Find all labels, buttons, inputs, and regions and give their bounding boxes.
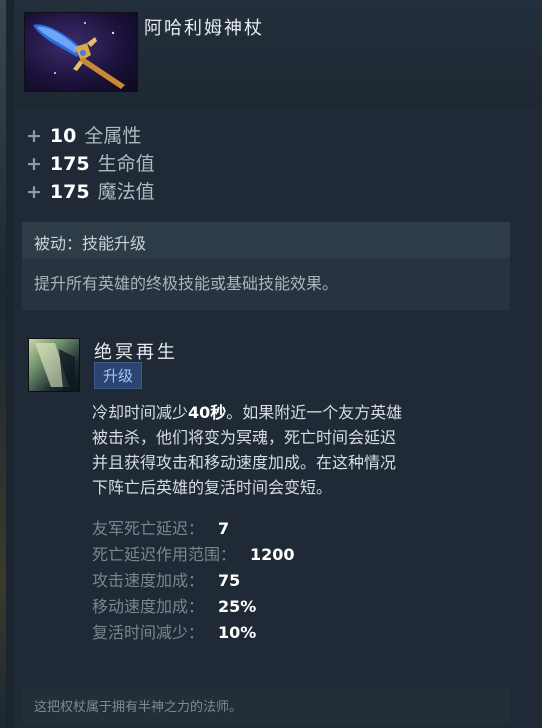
lore-section: 这把权杖属于拥有半神之力的法师。 [22,688,510,724]
stat-row-mana: +175 魔法值 [26,178,155,206]
desc-text: 并且获得攻击和移动速度加成。在这种情况 [92,453,397,472]
background-edge [0,0,6,728]
stat-value: 175 [49,153,90,175]
attr-value: 10% [218,623,257,642]
desc-text: 被击杀，他们将变为冥魂，死亡时间会延迟 [92,428,397,447]
attr-value: 75 [218,571,241,590]
attr-row: 复活时间减少： 10% [92,620,295,646]
ability-attributes: 友军死亡延迟： 7 死亡延迟作用范围： 1200 攻击速度加成： 75 移动速度加成：… [92,516,295,646]
attr-value: 1200 [250,545,295,564]
passive-title: 被动：技能升级 [34,234,147,253]
passive-title-bar: 被动：技能升级 [22,222,510,258]
stat-label: 生命值 [97,153,155,175]
upgrade-badge: 升级 [94,362,143,389]
stats-list: +10 全属性 +175 生命值 +175 魔法值 [26,122,155,206]
stat-row-health: +175 生命值 [26,150,155,178]
scepter-icon [24,12,138,92]
desc-text: 下阵亡后英雄的复活时间会变短。 [92,478,333,497]
stat-label: 全属性 [84,125,142,147]
ability-section: 绝冥再生 升级 冷却时间减少40秒。如果附近一个友方英雄 被击杀，他们将变为冥魂… [28,338,518,678]
attr-label: 移动速度加成： [92,597,205,616]
passive-description: 提升所有英雄的终极技能或基础技能效果。 [34,274,339,293]
attr-row: 友军死亡延迟： 7 [92,516,295,542]
ability-name: 绝冥再生 [94,342,178,363]
stat-label: 魔法值 [97,181,155,203]
tooltip-header: 阿哈利姆神杖 [14,0,542,108]
lore-text: 这把权杖属于拥有半神之力的法师。 [34,700,243,715]
stat-row-all-attributes: +10 全属性 [26,122,155,150]
desc-highlight: 40秒 [188,403,227,422]
desc-text: 。如果附近一个友方英雄 [226,403,403,422]
attr-value: 7 [218,519,230,538]
attr-value: 25% [218,597,257,616]
attr-row: 死亡延迟作用范围： 1200 [92,542,295,568]
attr-row: 攻击速度加成： 75 [92,568,295,594]
ability-icon [28,338,80,392]
attr-label: 复活时间减少： [92,623,205,642]
item-title: 阿哈利姆神杖 [144,18,264,39]
desc-text: 冷却时间减少 [92,403,189,422]
attr-label: 攻击速度加成： [92,571,205,590]
item-tooltip: 阿哈利姆神杖 +10 全属性 +175 生命值 +175 魔法值 被动：技能升级 提升… [14,0,542,728]
stat-value: 10 [49,125,77,147]
stat-value: 175 [49,181,90,203]
attr-label: 友军死亡延迟： [92,519,205,538]
plus-sign: + [26,181,42,203]
ability-description: 冷却时间减少40秒。如果附近一个友方英雄 被击杀，他们将变为冥魂，死亡时间会延迟… [92,400,512,500]
plus-sign: + [26,153,42,175]
passive-section: 被动：技能升级 提升所有英雄的终极技能或基础技能效果。 [22,222,510,310]
attr-row: 移动速度加成： 25% [92,594,295,620]
plus-sign: + [26,125,42,147]
attr-label: 死亡延迟作用范围： [92,545,237,564]
